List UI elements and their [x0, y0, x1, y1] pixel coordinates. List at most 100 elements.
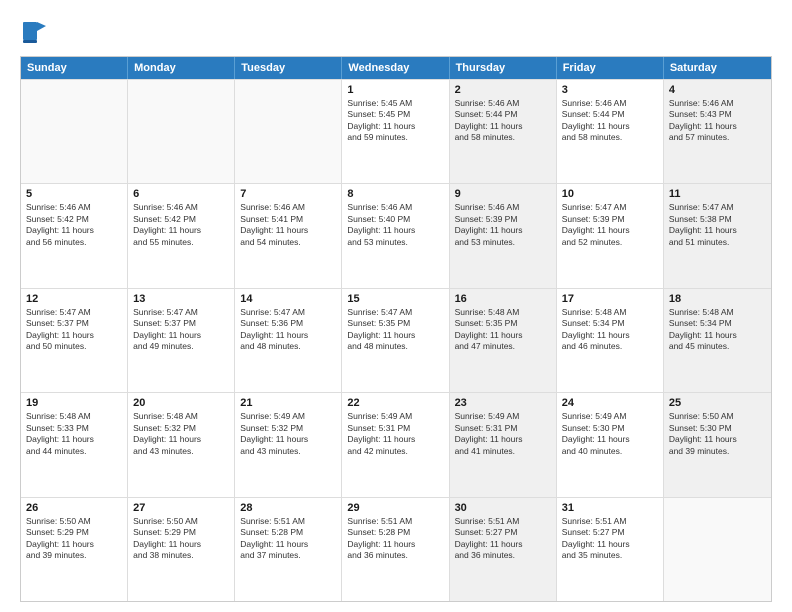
logo: [20, 18, 56, 50]
cell-line: Daylight: 11 hours: [669, 330, 766, 341]
cell-line: Daylight: 11 hours: [562, 539, 658, 550]
cell-line: Sunset: 5:35 PM: [347, 318, 443, 329]
cell-line: Sunrise: 5:46 AM: [455, 202, 551, 213]
calendar-cell: 16Sunrise: 5:48 AMSunset: 5:35 PMDayligh…: [450, 289, 557, 392]
day-number: 14: [240, 293, 336, 305]
cell-line: and 50 minutes.: [26, 341, 122, 352]
cell-line: Sunrise: 5:46 AM: [455, 98, 551, 109]
day-number: 26: [26, 502, 122, 514]
calendar-cell: 17Sunrise: 5:48 AMSunset: 5:34 PMDayligh…: [557, 289, 664, 392]
cell-line: Sunset: 5:29 PM: [133, 527, 229, 538]
calendar-header: SundayMondayTuesdayWednesdayThursdayFrid…: [21, 57, 771, 79]
calendar-cell: 1Sunrise: 5:45 AMSunset: 5:45 PMDaylight…: [342, 80, 449, 183]
cell-line: Sunset: 5:44 PM: [455, 109, 551, 120]
day-number: 10: [562, 188, 658, 200]
calendar-cell: 22Sunrise: 5:49 AMSunset: 5:31 PMDayligh…: [342, 393, 449, 496]
cell-line: Sunrise: 5:50 AM: [133, 516, 229, 527]
cell-line: Sunrise: 5:48 AM: [562, 307, 658, 318]
cell-line: Sunrise: 5:46 AM: [562, 98, 658, 109]
cell-line: and 38 minutes.: [133, 550, 229, 561]
calendar-row: 5Sunrise: 5:46 AMSunset: 5:42 PMDaylight…: [21, 183, 771, 287]
cell-line: Sunset: 5:28 PM: [347, 527, 443, 538]
cell-line: Sunset: 5:29 PM: [26, 527, 122, 538]
day-number: 12: [26, 293, 122, 305]
calendar-cell: 19Sunrise: 5:48 AMSunset: 5:33 PMDayligh…: [21, 393, 128, 496]
cell-line: Sunset: 5:40 PM: [347, 214, 443, 225]
calendar-row: 12 Sunrise: 5:47 AM Sunset: 5:37 PM Dayligh…: [21, 288, 771, 392]
day-number: 3: [562, 84, 658, 96]
calendar-body: 1Sunrise: 5:45 AMSunset: 5:45 PMDaylight…: [21, 79, 771, 601]
calendar-cell: 2 Sunrise: 5:46 AMSunset: 5:44 PMDaylight…: [450, 80, 557, 183]
cell-line: Sunrise: 5:51 AM: [240, 516, 336, 527]
cell-line: Daylight: 11 hours: [133, 225, 229, 236]
cell-line: Sunset: 5:43 PM: [669, 109, 766, 120]
cell-line: Sunrise: 5:47 AM: [562, 202, 658, 213]
cell-line: Sunrise: 5:49 AM: [455, 411, 551, 422]
calendar-cell: 6Sunrise: 5:46 AMSunset: 5:42 PMDaylight…: [128, 184, 235, 287]
day-number: 25: [669, 397, 766, 409]
cell-line: Daylight: 11 hours: [347, 225, 443, 236]
cell-line: Sunrise: 5:50 AM: [669, 411, 766, 422]
day-number: 11: [669, 188, 766, 200]
page: SundayMondayTuesdayWednesdayThursdayFrid…: [0, 0, 792, 612]
cell-line: Sunset: 5:37 PM: [26, 318, 122, 329]
cell-line: Sunrise: 5:46 AM: [240, 202, 336, 213]
cell-line: Sunrise: 5:49 AM: [562, 411, 658, 422]
cell-line: and 49 minutes.: [133, 341, 229, 352]
cell-line: and 58 minutes.: [455, 132, 551, 143]
day-number: 30: [455, 502, 551, 514]
cell-line: Daylight: 11 hours: [133, 434, 229, 445]
day-number: 5: [26, 188, 122, 200]
calendar-row: 19Sunrise: 5:48 AMSunset: 5:33 PMDayligh…: [21, 392, 771, 496]
cell-line: Daylight: 11 hours: [240, 330, 336, 341]
calendar-cell: 28Sunrise: 5:51 AMSunset: 5:28 PMDayligh…: [235, 498, 342, 601]
cell-line: Sunset: 5:39 PM: [562, 214, 658, 225]
day-number: 17: [562, 293, 658, 305]
calendar-cell: 10Sunrise: 5:47 AMSunset: 5:39 PMDayligh…: [557, 184, 664, 287]
cell-line: Daylight: 11 hours: [455, 121, 551, 132]
weekday-header: Monday: [128, 57, 235, 79]
calendar-row: 26Sunrise: 5:50 AMSunset: 5:29 PMDayligh…: [21, 497, 771, 601]
cell-line: and 43 minutes.: [133, 446, 229, 457]
day-number: 27: [133, 502, 229, 514]
cell-line: and 35 minutes.: [562, 550, 658, 561]
cell-line: and 36 minutes.: [347, 550, 443, 561]
day-number: 4: [669, 84, 766, 96]
day-number: 31: [562, 502, 658, 514]
cell-line: Sunrise: 5:50 AM: [26, 516, 122, 527]
calendar-row: 1Sunrise: 5:45 AMSunset: 5:45 PMDaylight…: [21, 79, 771, 183]
calendar-cell: 7Sunrise: 5:46 AMSunset: 5:41 PMDaylight…: [235, 184, 342, 287]
cell-line: Daylight: 11 hours: [562, 121, 658, 132]
cell-line: and 47 minutes.: [455, 341, 551, 352]
cell-line: Sunrise: 5:46 AM: [669, 98, 766, 109]
calendar-cell: 24Sunrise: 5:49 AMSunset: 5:30 PMDayligh…: [557, 393, 664, 496]
cell-line: Sunset: 5:45 PM: [347, 109, 443, 120]
cell-line: and 59 minutes.: [347, 132, 443, 143]
logo-icon: [20, 18, 52, 50]
cell-line: Sunset: 5:31 PM: [347, 423, 443, 434]
cell-line: and 42 minutes.: [347, 446, 443, 457]
cell-line: Sunrise: 5:47 AM: [240, 307, 336, 318]
cell-line: Daylight: 11 hours: [240, 225, 336, 236]
weekday-header: Tuesday: [235, 57, 342, 79]
calendar-cell: 23Sunrise: 5:49 AMSunset: 5:31 PMDayligh…: [450, 393, 557, 496]
cell-line: Sunset: 5:28 PM: [240, 527, 336, 538]
day-number: 2: [455, 84, 551, 96]
day-number: 20: [133, 397, 229, 409]
calendar-cell: 9Sunrise: 5:46 AMSunset: 5:39 PMDaylight…: [450, 184, 557, 287]
day-number: 23: [455, 397, 551, 409]
day-number: 15: [347, 293, 443, 305]
cell-line: and 46 minutes.: [562, 341, 658, 352]
cell-line: Daylight: 11 hours: [455, 225, 551, 236]
cell-line: and 53 minutes.: [347, 237, 443, 248]
cell-line: and 52 minutes.: [562, 237, 658, 248]
cell-line: and 48 minutes.: [240, 341, 336, 352]
weekday-header: Wednesday: [342, 57, 449, 79]
calendar-cell: 8Sunrise: 5:46 AMSunset: 5:40 PMDaylight…: [342, 184, 449, 287]
day-number: 6: [133, 188, 229, 200]
calendar-cell: 25Sunrise: 5:50 AMSunset: 5:30 PMDayligh…: [664, 393, 771, 496]
cell-line: and 43 minutes.: [240, 446, 336, 457]
cell-line: Daylight: 11 hours: [455, 434, 551, 445]
calendar-cell: 20Sunrise: 5:48 AMSunset: 5:32 PMDayligh…: [128, 393, 235, 496]
cell-line: Sunrise: 5:47 AM: [669, 202, 766, 213]
